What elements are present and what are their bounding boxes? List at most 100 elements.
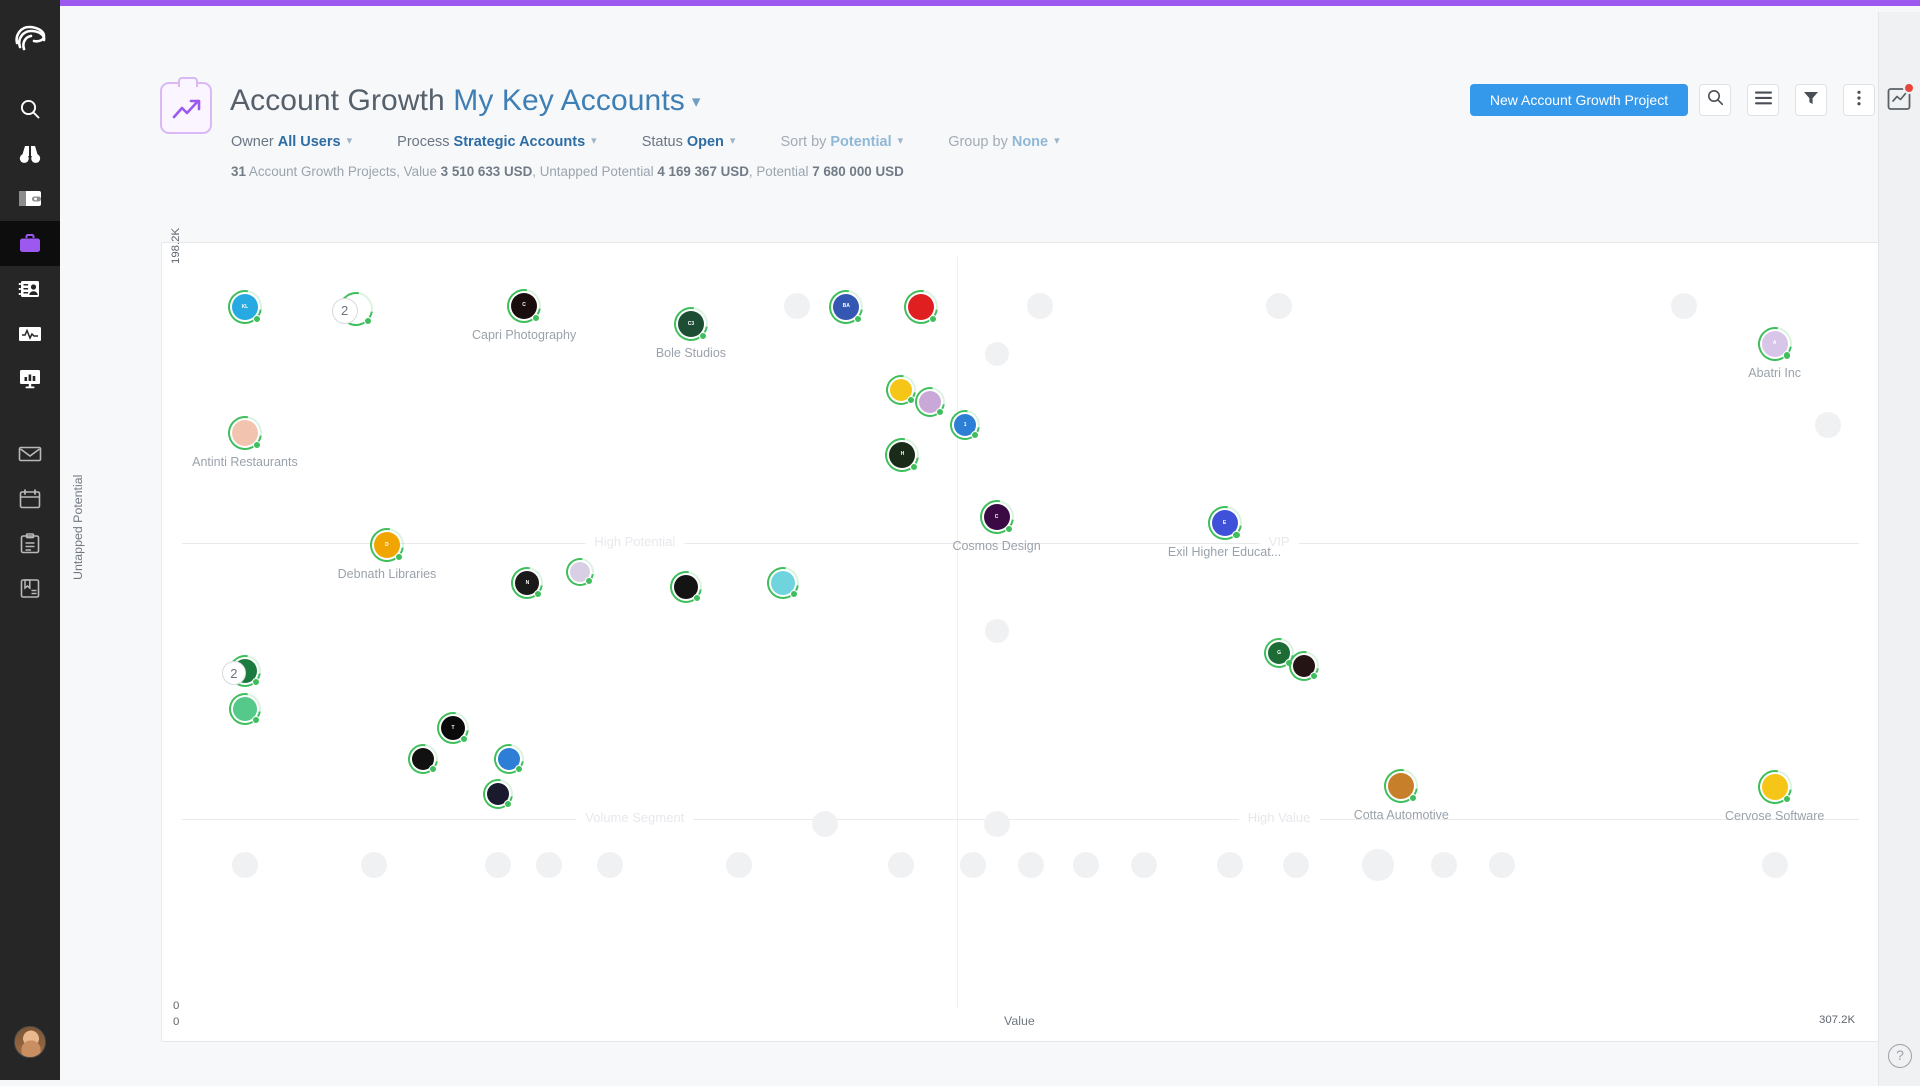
account-bubble[interactable]: BA <box>829 290 863 324</box>
sidebar-item-briefcase[interactable] <box>0 221 60 266</box>
account-bubble[interactable]: C <box>980 500 1014 534</box>
account-bubble[interactable] <box>483 779 513 809</box>
account-bubble[interactable] <box>767 567 799 599</box>
sidebar-item-clipboard[interactable] <box>0 521 60 566</box>
status-dot <box>907 396 915 404</box>
placeholder-bubble <box>1073 852 1099 878</box>
account-bubble[interactable] <box>494 744 524 774</box>
placeholder-bubble <box>597 852 623 878</box>
account-bubble[interactable] <box>1384 769 1418 803</box>
sidebar-item-analytics[interactable] <box>0 356 60 401</box>
chevron-down-icon: ▾ <box>591 135 597 147</box>
status-dot <box>910 463 918 471</box>
account-bubble[interactable] <box>670 571 702 603</box>
account-bubble[interactable] <box>1289 651 1319 681</box>
placeholder-bubble <box>536 852 562 878</box>
title-chevron-down-icon[interactable]: ▾ <box>692 92 701 111</box>
quadrant-divider-horizontal <box>182 819 1859 820</box>
y-axis-max-tick: 198.2K <box>170 228 182 264</box>
page-content: Account Growth My Key Accounts▾ OwnerAll… <box>60 6 1920 1080</box>
sidebar-item-library[interactable] <box>0 566 60 611</box>
sidebar-item-contacts[interactable] <box>0 266 60 311</box>
status-dot <box>252 716 260 724</box>
filter-group-value: None <box>1012 134 1048 150</box>
status-dot <box>1232 531 1240 539</box>
chevron-down-icon: ▾ <box>1054 135 1060 147</box>
y-axis-min-tick: 0 <box>173 1000 179 1012</box>
account-bubble[interactable] <box>904 290 938 324</box>
status-dot <box>1783 795 1791 803</box>
search-button[interactable] <box>1699 84 1731 116</box>
bubble-chart-card: High PotentialVIPVolume SegmentHigh Valu… <box>161 242 1880 1042</box>
account-bubble[interactable]: KL <box>228 290 262 324</box>
filter-sort-label: Sort by <box>780 134 826 150</box>
filter-sort-by[interactable]: Sort byPotential▾ <box>780 134 903 150</box>
account-bubble-label: Exil Higher Educat... <box>1168 545 1281 559</box>
sidebar-item-calendar[interactable] <box>0 476 60 521</box>
account-bubble[interactable] <box>229 693 261 725</box>
status-dot <box>515 765 523 773</box>
status-dot <box>429 765 437 773</box>
x-axis-min-tick: 0 <box>173 1016 179 1028</box>
placeholder-bubble <box>1762 852 1788 878</box>
placeholder-bubble <box>232 852 258 878</box>
filter-owner-label: Owner <box>231 134 274 150</box>
filter-status-label: Status <box>642 134 683 150</box>
filter-status[interactable]: StatusOpen▾ <box>642 134 736 150</box>
account-bubble[interactable]: D <box>370 528 404 562</box>
sidebar-item-wallet[interactable] <box>0 176 60 221</box>
placeholder-bubble <box>1217 852 1243 878</box>
sidebar-item-search[interactable] <box>0 86 60 131</box>
bubble-chart-plot[interactable]: High PotentialVIPVolume SegmentHigh Valu… <box>162 243 1879 1041</box>
sidebar-item-mail[interactable] <box>0 431 60 476</box>
right-rail: ? <box>1878 12 1920 1086</box>
page-title[interactable]: Account Growth My Key Accounts▾ <box>230 84 701 118</box>
x-axis-title: Value <box>1004 1014 1035 1028</box>
account-bubble[interactable]: E <box>1208 506 1242 540</box>
account-bubble[interactable]: T <box>437 712 469 744</box>
filter-button[interactable] <box>1795 84 1827 116</box>
squash-logo[interactable] <box>0 14 60 60</box>
status-dot <box>1005 525 1013 533</box>
more-options-button[interactable] <box>1843 84 1875 116</box>
x-axis-max-tick: 307.2K <box>1819 1014 1855 1026</box>
status-dot <box>585 577 593 585</box>
chevron-down-icon: ▾ <box>347 135 353 147</box>
quadrant-label: High Value <box>1239 810 1320 825</box>
account-bubble[interactable]: H <box>885 438 919 472</box>
filter-status-value: Open <box>687 134 724 150</box>
sidebar-item-activity[interactable] <box>0 311 60 356</box>
placeholder-bubble <box>1027 293 1053 319</box>
filter-process-label: Process <box>397 134 449 150</box>
page-title-view: My Key Accounts <box>453 84 685 117</box>
account-bubble[interactable]: A <box>1758 327 1792 361</box>
account-bubble[interactable] <box>1758 770 1792 804</box>
account-bubble[interactable] <box>566 558 594 586</box>
new-account-growth-project-button[interactable]: New Account Growth Project <box>1470 84 1688 116</box>
filter-group-label: Group by <box>948 134 1008 150</box>
stats-potential: 7 680 000 USD <box>812 164 904 179</box>
placeholder-bubble <box>1671 293 1697 319</box>
filter-group-by[interactable]: Group byNone ▾ <box>948 134 1059 150</box>
cluster-count-badge[interactable]: 2 <box>332 298 358 324</box>
user-avatar[interactable] <box>14 1026 46 1058</box>
placeholder-bubble <box>1431 852 1457 878</box>
account-bubble[interactable]: C3 <box>674 307 708 341</box>
sidebar-item-binoculars[interactable] <box>0 131 60 176</box>
filter-owner[interactable]: OwnerAll Users▾ <box>231 134 352 150</box>
account-bubble[interactable] <box>886 375 916 405</box>
list-view-button[interactable] <box>1747 84 1779 116</box>
account-bubble[interactable]: N <box>511 567 543 599</box>
account-bubble[interactable]: C <box>507 289 541 323</box>
account-bubble[interactable] <box>228 416 262 450</box>
stats-count-label: Account Growth Projects, Value <box>246 164 441 179</box>
placeholder-bubble <box>984 811 1010 837</box>
funnel-filter-icon <box>1803 90 1819 111</box>
account-bubble[interactable] <box>915 387 945 417</box>
account-bubble-label: Abatri Inc <box>1748 366 1801 380</box>
filter-process[interactable]: ProcessStrategic Accounts▾ <box>397 134 597 150</box>
help-button[interactable]: ? <box>1888 1044 1912 1068</box>
cluster-count-badge[interactable]: 2 <box>222 661 246 685</box>
account-bubble[interactable] <box>408 744 438 774</box>
account-bubble[interactable]: 1 <box>950 410 980 440</box>
